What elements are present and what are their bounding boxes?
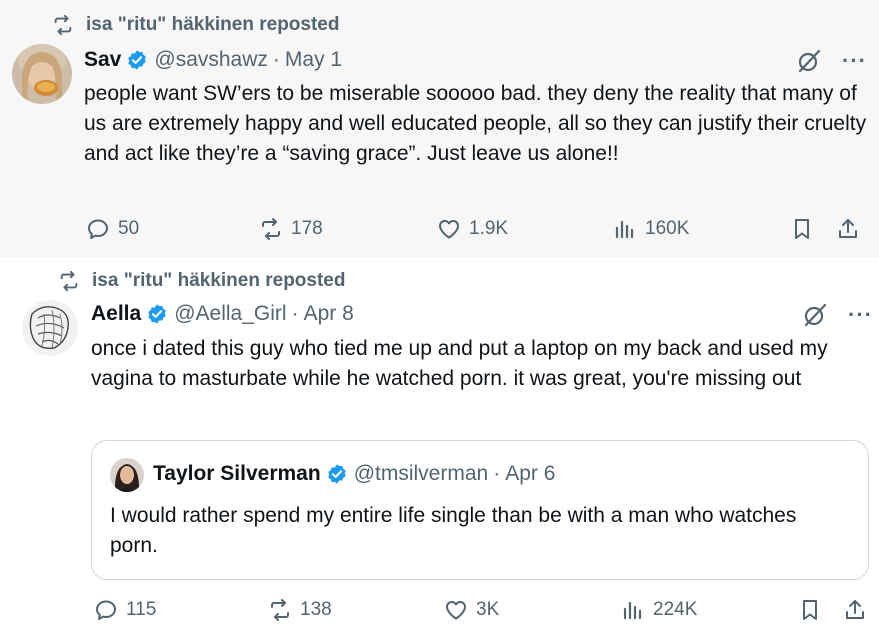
share-icon xyxy=(846,600,864,619)
tweet-header: Aella @Aella_Girl · Apr 8 xyxy=(91,302,354,326)
reply-icon xyxy=(88,219,108,239)
share-button[interactable] xyxy=(836,217,868,241)
grok-icon[interactable] xyxy=(802,302,828,328)
quote-date[interactable]: Apr 6 xyxy=(505,462,555,486)
avatar[interactable] xyxy=(12,44,72,104)
tweet-date[interactable]: Apr 8 xyxy=(304,302,354,326)
like-button[interactable]: 3K xyxy=(444,598,499,622)
separator-dot: · xyxy=(493,462,501,485)
repost-icon xyxy=(271,599,289,621)
author-handle[interactable]: @savshawz xyxy=(154,48,268,72)
author-name[interactable]: Sav xyxy=(84,48,121,72)
repost-indicator[interactable]: isa "ritu" häkkinen reposted xyxy=(58,270,345,292)
separator-dot: · xyxy=(291,302,299,325)
view-count: 160K xyxy=(645,218,690,239)
tweet-text: people want SW’ers to be miserable soooo… xyxy=(84,82,867,165)
bookmark-icon xyxy=(803,600,817,620)
views-button[interactable]: 160K xyxy=(613,217,689,241)
verified-badge-icon[interactable] xyxy=(326,463,348,485)
reply-count: 115 xyxy=(126,599,157,620)
like-icon xyxy=(439,220,459,239)
tweet-top-icons: ··· xyxy=(802,302,873,328)
reply-button[interactable]: 50 xyxy=(86,217,139,241)
repost-button[interactable]: 138 xyxy=(268,598,332,622)
quote-author-name[interactable]: Taylor Silverman xyxy=(153,462,321,486)
quote-avatar[interactable] xyxy=(110,458,144,492)
like-icon xyxy=(446,601,466,620)
more-icon[interactable]: ··· xyxy=(848,304,873,326)
more-icon[interactable]: ··· xyxy=(842,50,867,72)
verified-badge-icon[interactable] xyxy=(126,49,148,71)
grok-icon[interactable] xyxy=(796,48,822,74)
view-count: 224K xyxy=(653,599,698,620)
author-name[interactable]: Aella xyxy=(91,302,141,326)
like-button[interactable]: 1.9K xyxy=(437,217,508,241)
quote-text: I would rather spend my entire life sing… xyxy=(110,504,797,557)
tweet-date[interactable]: May 1 xyxy=(285,48,342,72)
bookmark-icon xyxy=(795,219,809,239)
verified-badge-icon[interactable] xyxy=(146,303,168,325)
reply-count: 50 xyxy=(118,218,140,239)
quoted-tweet[interactable]: Taylor Silverman @tmsilverman · Apr 6 I … xyxy=(91,440,869,580)
views-icon xyxy=(615,220,634,239)
repost-icon xyxy=(54,14,72,36)
reply-button[interactable]: 115 xyxy=(94,598,156,622)
reply-icon xyxy=(96,600,116,620)
repost-icon xyxy=(60,270,78,292)
tweet-header: Sav @savshawz · May 1 xyxy=(84,48,342,72)
tweet-sav[interactable]: isa "ritu" häkkinen reposted Sav @savsha… xyxy=(0,0,879,257)
tweet-text: once i dated this guy who tied me up and… xyxy=(91,337,828,390)
share-button[interactable] xyxy=(843,598,875,622)
tweet-actions: 115 138 3K 224K xyxy=(0,598,879,628)
tweet-top-icons: ··· xyxy=(796,48,867,74)
tweet-aella[interactable]: isa "ritu" häkkinen reposted Aella @Aell… xyxy=(0,257,879,642)
quote-header: Taylor Silverman @tmsilverman · Apr 6 xyxy=(153,462,555,486)
repost-button[interactable]: 178 xyxy=(259,217,323,241)
repost-count: 178 xyxy=(291,218,323,239)
repost-indicator[interactable]: isa "ritu" häkkinen reposted xyxy=(52,14,339,36)
bookmark-button[interactable] xyxy=(798,598,830,622)
separator-dot: · xyxy=(272,48,280,71)
author-handle[interactable]: @Aella_Girl xyxy=(174,302,286,326)
like-count: 1.9K xyxy=(469,218,509,239)
repost-label: isa "ritu" häkkinen reposted xyxy=(86,14,340,35)
views-button[interactable]: 224K xyxy=(621,598,697,622)
quote-author-handle[interactable]: @tmsilverman xyxy=(354,462,489,486)
share-icon xyxy=(839,219,857,238)
tweet-actions: 50 178 1.9K 160K xyxy=(0,217,879,247)
avatar[interactable] xyxy=(22,300,78,356)
views-icon xyxy=(623,601,642,620)
repost-count: 138 xyxy=(300,599,332,620)
repost-icon xyxy=(262,218,280,240)
bookmark-button[interactable] xyxy=(790,217,822,241)
repost-label: isa "ritu" häkkinen reposted xyxy=(92,270,346,291)
like-count: 3K xyxy=(476,599,500,620)
